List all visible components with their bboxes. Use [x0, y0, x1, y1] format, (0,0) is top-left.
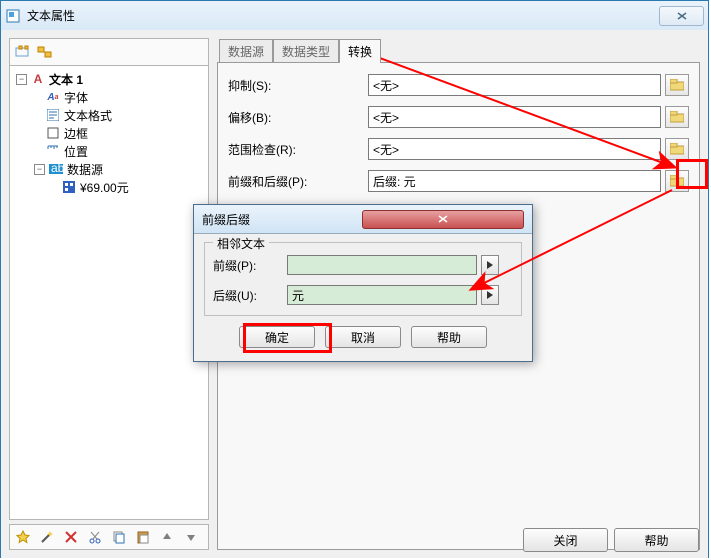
- svg-text:ab: ab: [51, 163, 63, 175]
- close-button[interactable]: 关闭: [523, 528, 608, 552]
- dialog-suffix-row: 后缀(U): 元: [213, 283, 513, 307]
- tree-item-font[interactable]: Aa 字体: [12, 88, 206, 106]
- datasource-icon: ab: [49, 162, 63, 176]
- close-icon: [677, 12, 687, 20]
- tree-label: 文本格式: [64, 107, 112, 124]
- prefix-suffix-label: 前缀和后缀(P):: [228, 173, 368, 190]
- offset-input[interactable]: <无>: [368, 106, 661, 128]
- tree-label: ¥69.00元: [80, 179, 129, 196]
- prefix-label: 前缀(P):: [213, 257, 287, 274]
- cut-icon[interactable]: [86, 528, 104, 546]
- titlebar: 文本属性: [1, 1, 708, 30]
- tree-root-label: 文本 1: [49, 71, 83, 88]
- prefix-input[interactable]: [287, 255, 477, 275]
- folder-icon: [670, 143, 684, 155]
- app-icon: [5, 8, 21, 24]
- range-check-input[interactable]: <无>: [368, 138, 661, 160]
- tree-toolbar: [9, 38, 209, 66]
- tree-panel: − A 文本 1 Aa字体 文本格式 边框 位置 −ab数据源 ¥69.00元: [9, 38, 209, 550]
- tree-label: 位置: [64, 143, 88, 160]
- format-icon: [46, 108, 60, 122]
- tree-root[interactable]: − A 文本 1: [12, 70, 206, 88]
- tab-datasource[interactable]: 数据源: [219, 39, 273, 63]
- tree: − A 文本 1 Aa字体 文本格式 边框 位置 −ab数据源 ¥69.00元: [9, 66, 209, 520]
- copy-icon[interactable]: [110, 528, 128, 546]
- group-title: 相邻文本: [213, 235, 269, 252]
- prefix-suffix-edit-button[interactable]: [665, 170, 689, 192]
- position-icon: [46, 144, 60, 158]
- window-title: 文本属性: [27, 7, 659, 24]
- prefix-dropdown-button[interactable]: [481, 255, 499, 275]
- tree-item-data-value[interactable]: ¥69.00元: [12, 178, 206, 196]
- tree-label: 边框: [64, 125, 88, 142]
- tree-label: 数据源: [67, 161, 103, 178]
- wizard-icon[interactable]: [38, 528, 56, 546]
- triangle-right-icon: [486, 290, 494, 300]
- tool-icon-2[interactable]: [36, 43, 54, 61]
- ok-button[interactable]: 确定: [239, 326, 315, 348]
- adjacent-text-group: 相邻文本 前缀(P): 后缀(U): 元: [204, 242, 522, 316]
- prefix-suffix-dialog: 前缀后缀 相邻文本 前缀(P): 后缀(U): 元 确定 取消 帮助: [193, 204, 533, 362]
- folder-icon: [670, 111, 684, 123]
- prefix-suffix-input[interactable]: 后缀: 元: [368, 170, 661, 192]
- range-check-label: 范围检查(R):: [228, 141, 368, 158]
- suppress-label: 抑制(S):: [228, 77, 368, 94]
- paste-icon[interactable]: [134, 528, 152, 546]
- db-icon: [62, 180, 76, 194]
- tool-icon-1[interactable]: [14, 43, 32, 61]
- dialog-title: 前缀后缀: [202, 211, 362, 228]
- up-icon[interactable]: [158, 528, 176, 546]
- window-close-button[interactable]: [659, 6, 704, 26]
- offset-edit-button[interactable]: [665, 106, 689, 128]
- tab-datatype[interactable]: 数据类型: [273, 39, 339, 63]
- collapse-icon[interactable]: −: [16, 74, 27, 85]
- text-icon: A: [31, 72, 45, 86]
- field-range-check: 范围检查(R): <无>: [228, 137, 689, 161]
- suppress-edit-button[interactable]: [665, 74, 689, 96]
- folder-icon: [670, 175, 684, 187]
- close-icon: [438, 215, 448, 223]
- field-offset: 偏移(B): <无>: [228, 105, 689, 129]
- tree-item-position[interactable]: 位置: [12, 142, 206, 160]
- tree-item-border[interactable]: 边框: [12, 124, 206, 142]
- range-check-edit-button[interactable]: [665, 138, 689, 160]
- dialog-close-button[interactable]: [362, 210, 524, 229]
- delete-icon[interactable]: [62, 528, 80, 546]
- cancel-button[interactable]: 取消: [325, 326, 401, 348]
- field-suppress: 抑制(S): <无>: [228, 73, 689, 97]
- suffix-dropdown-button[interactable]: [481, 285, 499, 305]
- bottom-toolbar: [9, 524, 209, 550]
- suffix-label: 后缀(U):: [213, 287, 287, 304]
- tree-item-datasource[interactable]: −ab 数据源: [12, 160, 206, 178]
- collapse-icon[interactable]: −: [34, 164, 45, 175]
- new-icon[interactable]: [14, 528, 32, 546]
- dialog-body: 相邻文本 前缀(P): 后缀(U): 元 确定 取消 帮助: [194, 234, 532, 356]
- down-icon[interactable]: [182, 528, 200, 546]
- offset-label: 偏移(B):: [228, 109, 368, 126]
- window-buttons: 关闭 帮助: [523, 528, 699, 552]
- tree-item-format[interactable]: 文本格式: [12, 106, 206, 124]
- dialog-buttons: 确定 取消 帮助: [204, 326, 522, 348]
- help-button[interactable]: 帮助: [614, 528, 699, 552]
- dialog-prefix-row: 前缀(P):: [213, 253, 513, 277]
- field-prefix-suffix: 前缀和后缀(P): 后缀: 元: [228, 169, 689, 193]
- folder-icon: [670, 79, 684, 91]
- dialog-titlebar: 前缀后缀: [194, 205, 532, 234]
- suffix-input[interactable]: 元: [287, 285, 477, 305]
- suppress-input[interactable]: <无>: [368, 74, 661, 96]
- tree-label: 字体: [64, 89, 88, 106]
- font-icon: Aa: [46, 90, 60, 104]
- dialog-help-button[interactable]: 帮助: [411, 326, 487, 348]
- tab-transform[interactable]: 转换: [339, 39, 381, 63]
- border-icon: [46, 126, 60, 140]
- tabs: 数据源 数据类型 转换: [219, 38, 700, 62]
- triangle-right-icon: [486, 260, 494, 270]
